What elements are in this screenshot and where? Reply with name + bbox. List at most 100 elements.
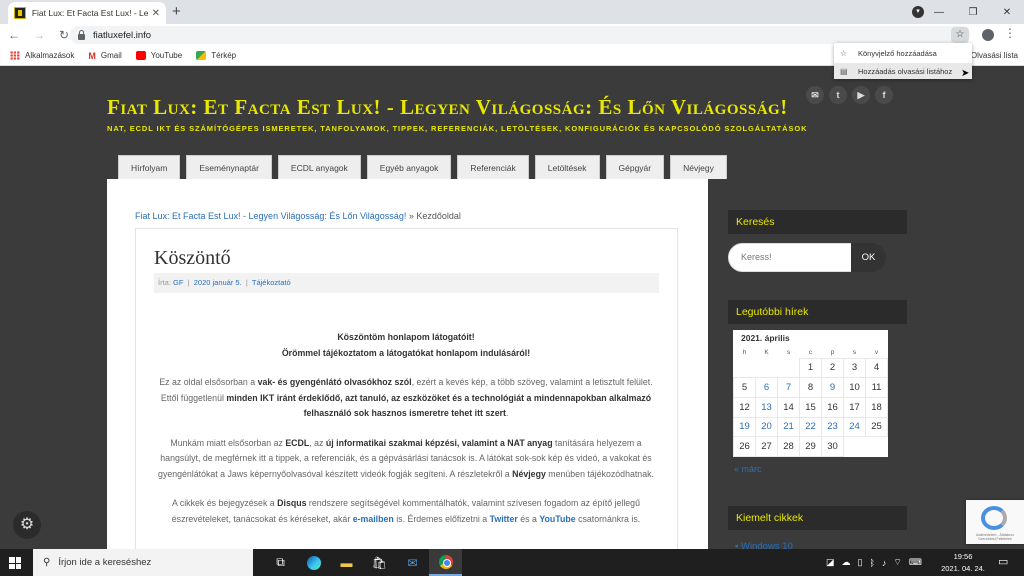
calendar-caption: 2021. április (741, 333, 790, 343)
calendar-day[interactable]: 7 (777, 377, 800, 398)
onedrive-icon[interactable]: ☁ (842, 557, 851, 568)
account-avatar-icon[interactable] (982, 29, 994, 41)
tab-close-icon[interactable]: ✕ (152, 8, 160, 19)
nav-item-esemenynaptar[interactable]: Eseménynaptár (186, 155, 272, 179)
minimize-icon[interactable]: — (922, 7, 956, 18)
nav-item-egyeb-anyagok[interactable]: Egyéb anyagok (366, 155, 452, 179)
facebook-icon[interactable]: f (875, 86, 893, 104)
bookmark-youtube[interactable]: YouTube (135, 51, 182, 60)
nav-item-hirfolyam[interactable]: Hírfolyam (118, 155, 181, 179)
volume-icon[interactable]: ♪ (882, 558, 887, 568)
recaptcha-terms[interactable]: Adatvédelem - Általános Szerződési Felté… (968, 533, 1022, 541)
address-bar[interactable]: fiatluxefel.info (70, 26, 970, 44)
youtube-icon[interactable]: ▶ (852, 86, 870, 104)
nav-item-nevjegy[interactable]: Névjegy (670, 155, 727, 179)
post-date-link[interactable]: 2020 január 5. (194, 278, 242, 287)
bluetooth-icon[interactable]: ᛒ (869, 558, 874, 568)
recaptcha-badge[interactable]: Adatvédelem - Általános Szerződési Felté… (966, 500, 1024, 544)
nav-item-ecdl-anyagok[interactable]: ECDL anyagok (277, 155, 361, 179)
lock-icon[interactable] (78, 29, 85, 40)
tray-app-icon[interactable]: ◪ (826, 557, 835, 568)
meta-separator: | (245, 278, 248, 287)
network-icon[interactable]: ⌔ (893, 557, 901, 568)
post-title: Köszöntő (154, 247, 231, 269)
breadcrumb-home-link[interactable]: Fiat Lux: Et Facta Est Lux! - Legyen Vil… (135, 211, 406, 221)
taskbar-search-box[interactable]: ⚲ Írjon ide a kereséshez (33, 549, 253, 576)
browser-tab[interactable]: Fiat Lux: Et Facta Est Lux! - Legyen ✕ (8, 2, 166, 24)
news-widget-title: Legutóbbi hírek (728, 300, 907, 324)
site-favicon-icon (14, 7, 26, 19)
calendar-day[interactable]: 6 (755, 377, 778, 398)
calendar-day[interactable]: 19 (733, 416, 756, 438)
menu-item-label: Könyvjelző hozzáadása (858, 48, 937, 58)
bookmark-apps[interactable]: Alkalmazások (10, 51, 74, 60)
browser-menu-icon[interactable]: ⋮ (1004, 26, 1016, 40)
calendar-weekday: K (764, 349, 769, 356)
bookmark-label: Alkalmazások (25, 51, 75, 60)
calendar-week-row: 19 20 21 22 23 24 25 (733, 416, 888, 438)
post-category-link[interactable]: Tájékoztató (252, 278, 291, 287)
email-link[interactable]: e-mailben (353, 514, 394, 524)
nav-item-gepgyar[interactable]: Gépgyár (605, 155, 665, 179)
chrome-icon[interactable] (429, 549, 462, 576)
calendar-day: 8 (799, 377, 822, 398)
bookmark-star-icon[interactable]: ☆ (951, 27, 969, 43)
calendar-day: 4 (865, 357, 888, 379)
calendar-weekday: v (874, 348, 879, 356)
twitter-link[interactable]: Twitter (490, 514, 518, 524)
site-tagline: NAT, ECDL IKT és számítógépes ismeretek,… (107, 124, 808, 133)
add-to-reading-list-menu-item[interactable]: ▤ Hozzáadás olvasási listához (834, 63, 972, 79)
calendar-prev-month-link[interactable]: « márc (734, 464, 762, 474)
battery-icon[interactable]: ▯ (858, 557, 863, 568)
url-text: fiatluxefel.info (93, 29, 152, 41)
calendar-day[interactable]: 9 (821, 377, 844, 398)
bookmark-gmail[interactable]: M Gmail (88, 51, 121, 61)
calendar-empty-cell (756, 358, 778, 378)
welcome-line-2: Örömmel tájékoztatom a látogatókat honla… (281, 347, 531, 358)
bookmark-maps[interactable]: Térkép (196, 51, 236, 60)
calendar-day[interactable]: 23 (821, 416, 844, 438)
forward-icon[interactable]: → (28, 28, 50, 42)
calendar-day[interactable]: 20 (755, 416, 778, 438)
post-body: Köszöntöm honlapom látogatóit! Örömmel t… (150, 330, 662, 541)
search-button[interactable]: OK (851, 243, 886, 272)
nav-item-referenciak[interactable]: Referenciák (457, 155, 529, 179)
add-bookmark-menu-item[interactable]: ☆ Könyvjelző hozzáadása (834, 45, 972, 61)
calendar-day: 26 (733, 436, 756, 457)
language-icon[interactable]: ⌨ (909, 557, 922, 568)
youtube-link[interactable]: YouTube (539, 514, 575, 524)
windows-taskbar: ⚲ Írjon ide a kereséshez ⧉ ▬ 🛍 ✉ ◪ ☁ ▯ ᛒ… (0, 549, 1024, 576)
calendar-weekday: h (742, 349, 747, 356)
search-input[interactable]: Keress! (728, 243, 852, 272)
mail-icon[interactable]: ✉ (396, 549, 429, 576)
calendar-week-row: 12 13 14 15 16 17 18 (733, 396, 888, 418)
edge-icon[interactable] (297, 549, 330, 576)
task-view-icon[interactable]: ⧉ (264, 549, 297, 576)
site-title[interactable]: Fiat Lux: Et Facta Est Lux! - Legyen Vil… (107, 95, 788, 120)
store-icon[interactable]: 🛍 (363, 549, 396, 576)
post-author-link[interactable]: GF (173, 278, 183, 287)
accessibility-settings-gear-icon[interactable]: ⚙ (13, 511, 41, 539)
calendar-day[interactable]: 22 (799, 416, 822, 438)
new-tab-button[interactable]: + (172, 3, 181, 20)
nav-item-letoltesek[interactable]: Letöltések (534, 155, 600, 179)
star-icon: ☆ (840, 48, 848, 58)
meta-separator: | (187, 278, 190, 287)
file-explorer-icon[interactable]: ▬ (330, 549, 363, 576)
back-icon[interactable]: ← (3, 28, 25, 42)
calendar-empty-cell (734, 358, 756, 378)
recaptcha-icon (981, 506, 1007, 530)
calendar-day[interactable]: 24 (843, 416, 866, 438)
close-window-icon[interactable]: ✕ (990, 7, 1024, 18)
taskbar-clock[interactable]: 19:56 2021. 04. 24. (940, 551, 986, 574)
notifications-icon[interactable]: ▭ (998, 555, 1008, 568)
windows-start-icon[interactable] (9, 557, 21, 569)
reading-list-button[interactable]: Olvasási lista (971, 51, 1018, 60)
maximize-icon[interactable]: ❐ (956, 7, 990, 18)
email-icon[interactable]: ✉ (806, 86, 824, 104)
calendar-day[interactable]: 21 (777, 416, 800, 438)
calendar-empty-cell (844, 437, 866, 457)
system-tray: ◪ ☁ ▯ ᛒ ♪ ⌔ ⌨ (826, 549, 922, 576)
calendar-day[interactable]: 13 (755, 396, 778, 418)
twitter-icon[interactable]: t (829, 86, 847, 104)
